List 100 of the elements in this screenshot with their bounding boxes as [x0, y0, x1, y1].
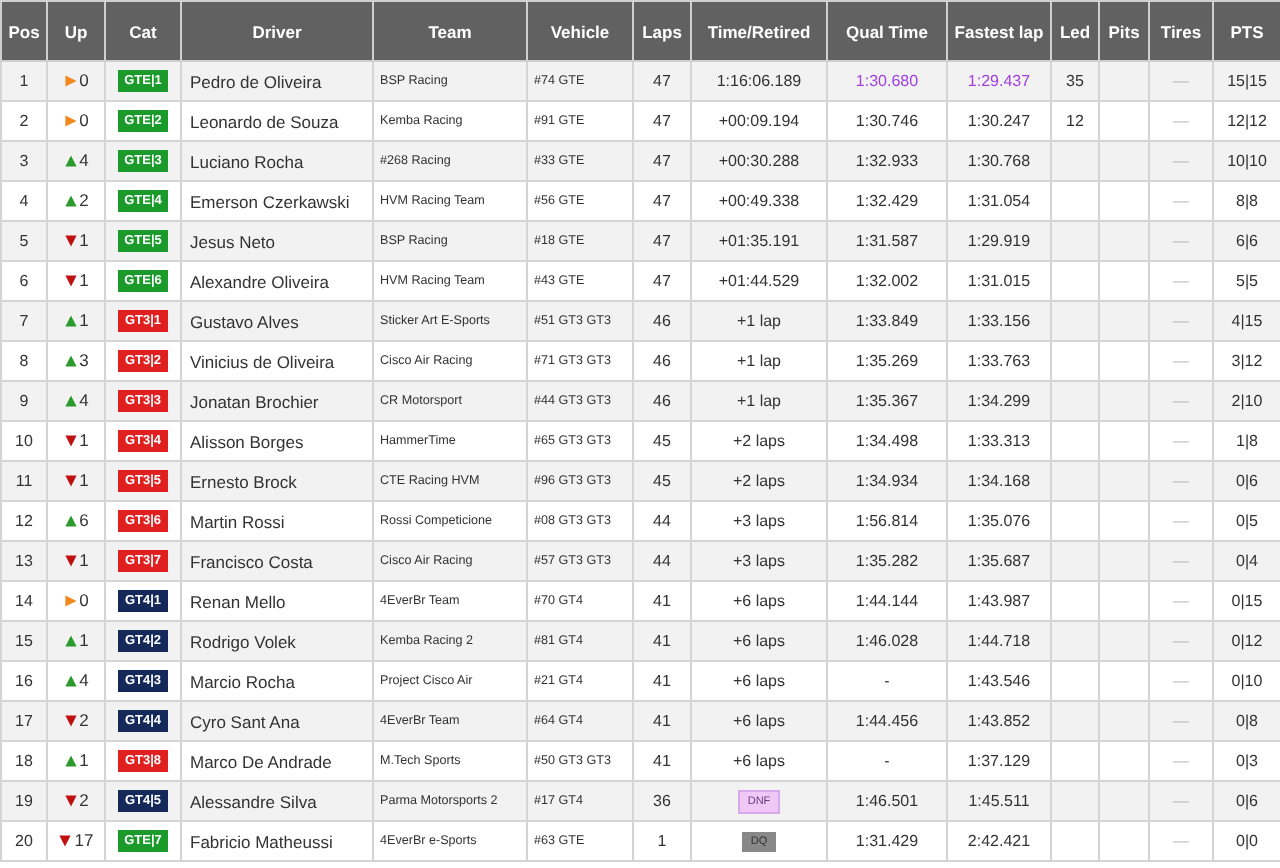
tires: — [1173, 752, 1189, 770]
column-header[interactable]: Led [1051, 1, 1099, 61]
position-change: 1 [63, 230, 89, 251]
up-triangle-icon [63, 753, 78, 768]
right-triangle-icon [63, 73, 78, 88]
qualifying-time: 1:44.456 [855, 712, 919, 730]
finish-time: +1 lap [736, 352, 782, 370]
position-change: 6 [63, 510, 89, 531]
column-header[interactable]: PTS [1213, 1, 1280, 61]
tires: — [1173, 72, 1189, 90]
position: 4 [19, 192, 29, 210]
qualifying-time: 1:34.498 [855, 432, 919, 450]
fastest-lap: 1:43.546 [967, 672, 1031, 690]
tires: — [1173, 712, 1189, 730]
points: 0|6 [1236, 472, 1258, 490]
points: 4|15 [1231, 312, 1263, 330]
fastest-lap: 1:34.168 [967, 472, 1031, 490]
column-header[interactable]: Tires [1149, 1, 1213, 61]
tires: — [1173, 592, 1189, 610]
column-header[interactable]: Pits [1099, 1, 1149, 61]
position: 10 [15, 432, 33, 450]
column-header[interactable]: Time/Retired [691, 1, 827, 61]
fastest-lap: 1:30.768 [967, 152, 1031, 170]
tires: — [1173, 832, 1189, 850]
driver-name: Francisco Costa [190, 551, 313, 571]
tires: — [1173, 392, 1189, 410]
column-header[interactable]: Vehicle [527, 1, 633, 61]
position: 17 [15, 712, 33, 730]
position: 7 [19, 312, 29, 330]
column-header[interactable]: Cat [105, 1, 181, 61]
down-triangle-icon [63, 273, 78, 288]
finish-time: +2 laps [732, 432, 786, 450]
position-change: 17 [58, 830, 94, 851]
position-change: 0 [63, 590, 89, 611]
column-header[interactable]: Up [47, 1, 105, 61]
down-triangle-icon [63, 233, 78, 248]
points: 0|3 [1236, 752, 1258, 770]
down-triangle-icon [63, 473, 78, 488]
position: 13 [15, 552, 33, 570]
points: 6|6 [1236, 232, 1258, 250]
points: 0|12 [1231, 632, 1263, 650]
position-change: 3 [63, 350, 89, 371]
driver-name: Marcio Rocha [190, 671, 295, 691]
laps: 45 [653, 432, 671, 450]
laps: 41 [653, 752, 671, 770]
tires: — [1173, 472, 1189, 490]
position-change: 1 [63, 310, 89, 331]
driver-name: Fabricio Matheussi [190, 831, 333, 851]
tires: — [1173, 792, 1189, 810]
position: 19 [15, 792, 33, 810]
column-header[interactable]: Team [373, 1, 527, 61]
position: 2 [19, 112, 29, 130]
position: 15 [15, 632, 33, 650]
laps: 47 [653, 112, 671, 130]
driver-name: Rodrigo Volek [190, 631, 296, 651]
qualifying-time: 1:46.028 [855, 632, 919, 650]
driver-name: Renan Mello [190, 591, 286, 611]
laps: 41 [653, 592, 671, 610]
up-triangle-icon [63, 673, 78, 688]
up-triangle-icon [63, 193, 78, 208]
column-header[interactable]: Driver [181, 1, 373, 61]
laps: 41 [653, 632, 671, 650]
points: 0|4 [1236, 552, 1258, 570]
column-header[interactable]: Qual Time [827, 1, 947, 61]
finish-time: +6 laps [732, 632, 786, 650]
position: 3 [19, 152, 29, 170]
laps-led: 35 [1066, 72, 1084, 90]
fastest-lap: 1:43.852 [967, 712, 1031, 730]
finish-time: +6 laps [732, 712, 786, 730]
laps: 47 [653, 152, 671, 170]
laps: 46 [653, 392, 671, 410]
qualifying-time: 1:30.746 [855, 112, 919, 130]
column-header[interactable]: Fastest lap [947, 1, 1051, 61]
column-header[interactable]: Laps [633, 1, 691, 61]
laps: 44 [653, 512, 671, 530]
laps: 41 [653, 672, 671, 690]
laps: 44 [653, 552, 671, 570]
fastest-lap: 1:29.437 [967, 72, 1031, 90]
finish-time: +6 laps [732, 672, 786, 690]
fastest-lap: 1:33.156 [967, 312, 1031, 330]
qualifying-time: 1:32.002 [855, 272, 919, 290]
points: 0|0 [1236, 832, 1258, 850]
laps: 47 [653, 72, 671, 90]
laps: 47 [653, 272, 671, 290]
points: 0|10 [1231, 672, 1263, 690]
laps: 47 [653, 192, 671, 210]
driver-name: Gustavo Alves [190, 311, 299, 331]
position-change: 0 [63, 70, 89, 91]
fastest-lap: 1:44.718 [967, 632, 1031, 650]
points: 3|12 [1231, 352, 1263, 370]
qualifying-time: - [884, 672, 890, 690]
finish-time: +1 lap [736, 312, 782, 330]
points: 0|15 [1231, 592, 1263, 610]
laps: 36 [653, 792, 671, 810]
qualifying-time: 1:31.587 [855, 232, 919, 250]
driver-name: Jonatan Brochier [190, 391, 319, 411]
driver-name: Vinicius de Oliveira [190, 351, 335, 371]
points: 5|5 [1236, 272, 1258, 290]
column-header[interactable]: Pos [1, 1, 47, 61]
points: 10|10 [1227, 152, 1267, 170]
